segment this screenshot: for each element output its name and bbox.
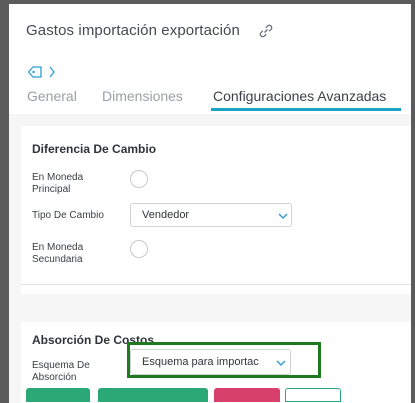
secondary-currency-label: En Moneda Secundaria [32, 242, 84, 265]
rate-type-value: Vendedor [142, 209, 190, 221]
dialog-header: Gastos importación exportación General D… [9, 4, 411, 114]
schema-label: Esquema De Absorción [32, 360, 90, 383]
rate-type-select[interactable]: Vendedor [130, 203, 292, 227]
footer-button-2[interactable] [98, 388, 208, 402]
section-title: Diferencia De Cambio [32, 142, 157, 156]
tab-dimensiones[interactable]: Dimensiones [102, 88, 183, 104]
schema-value: Esquema para importac [142, 356, 259, 368]
active-tab-indicator [211, 108, 401, 111]
tab-content: Diferencia De Cambio En Moneda Principal… [9, 114, 411, 403]
local-currency-label: En Moneda Principal [32, 172, 84, 195]
footer-button-3[interactable] [214, 388, 280, 402]
secondary-currency-radio[interactable] [130, 240, 148, 258]
chevron-down-icon [278, 213, 288, 219]
page-title: Gastos importación exportación [26, 22, 240, 39]
footer-button-1[interactable] [26, 388, 90, 402]
section-divider [21, 284, 411, 285]
tab-configuraciones-avanzadas[interactable]: Configuraciones Avanzadas [213, 88, 386, 104]
tag-icon[interactable] [27, 65, 43, 79]
chevron-down-icon [276, 360, 286, 366]
exchange-difference-section: Diferencia De Cambio En Moneda Principal… [21, 126, 411, 294]
tab-bar: General Dimensiones Configuraciones Avan… [9, 86, 411, 114]
tab-general[interactable]: General [27, 88, 77, 104]
dialog-panel: Gastos importación exportación General D… [9, 4, 411, 403]
chevron-right-icon[interactable] [48, 65, 56, 79]
footer-button-4[interactable] [285, 388, 341, 402]
rate-type-label: Tipo De Cambio [32, 210, 104, 221]
schema-select[interactable]: Esquema para importac [130, 349, 291, 375]
local-currency-radio[interactable] [130, 170, 148, 188]
link-icon[interactable] [258, 23, 274, 39]
